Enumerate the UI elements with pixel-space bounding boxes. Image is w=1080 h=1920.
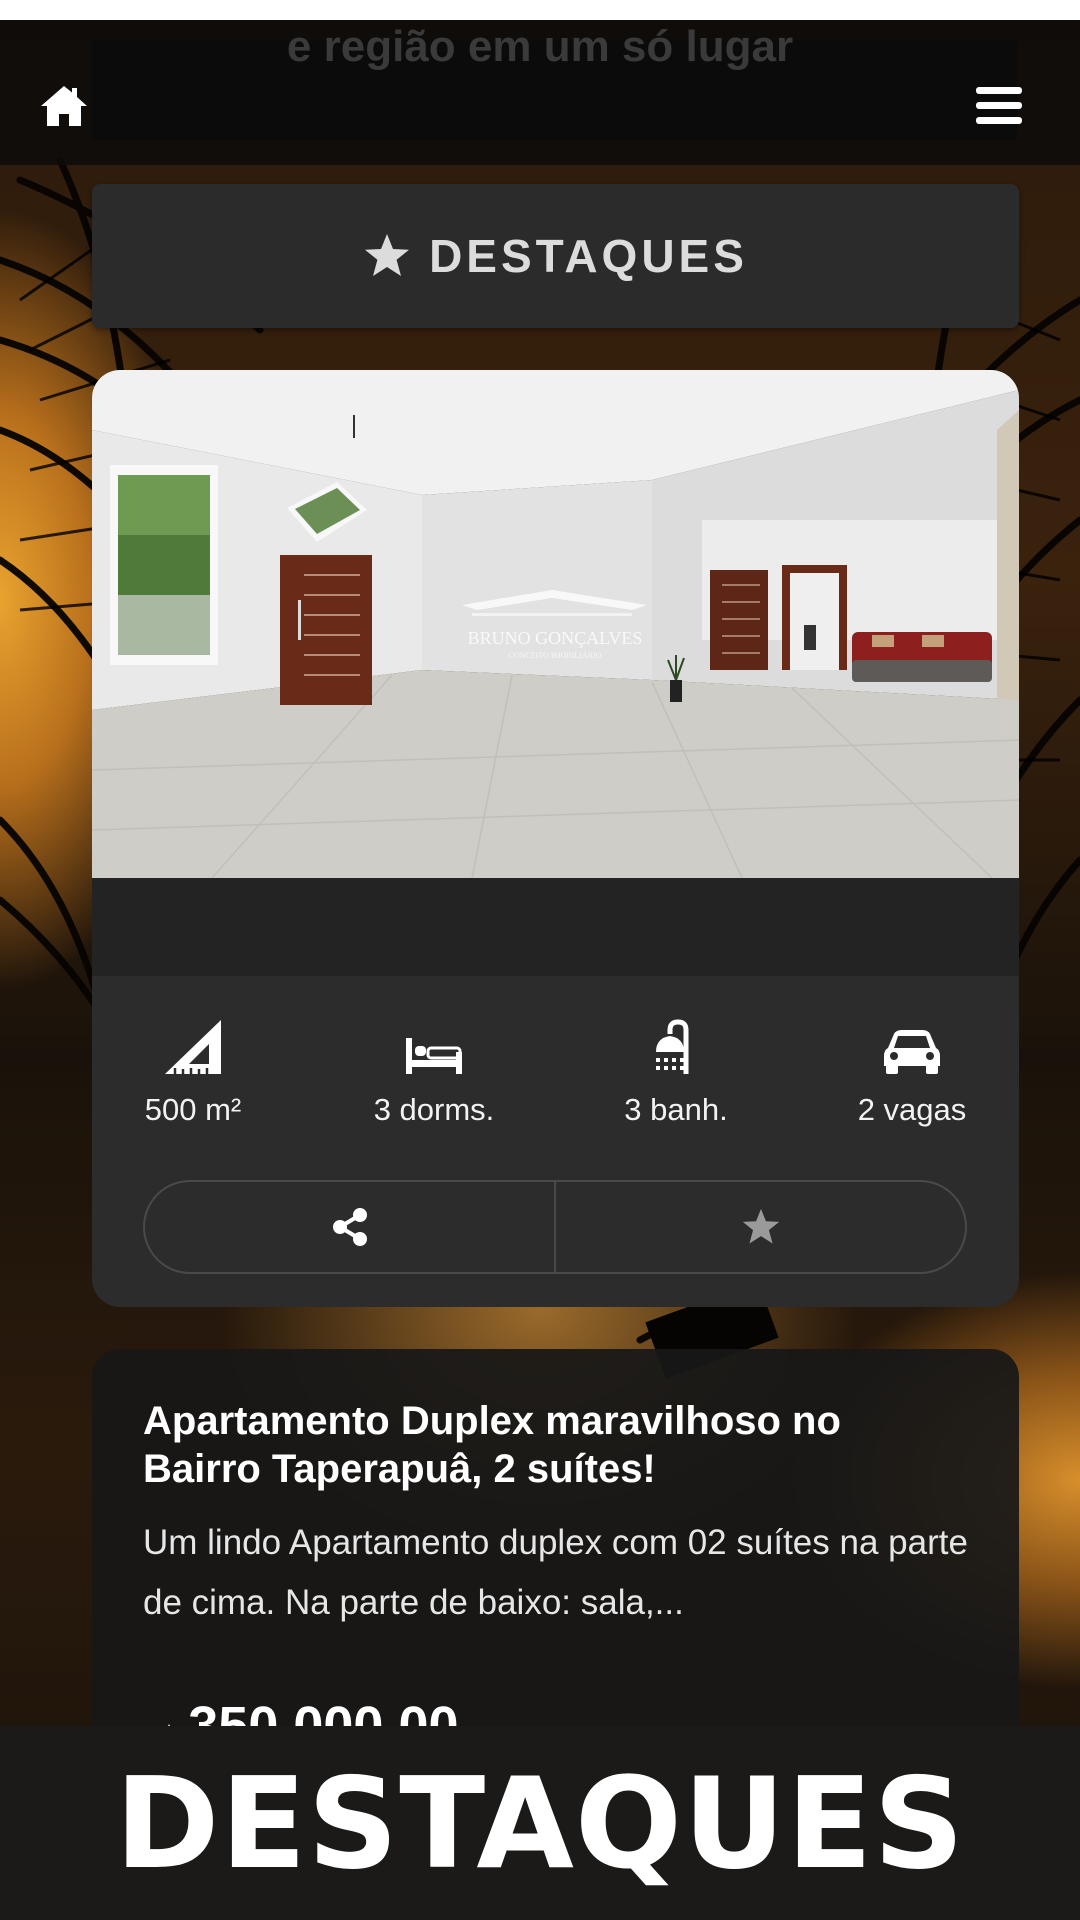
- bed-icon: [406, 1038, 462, 1074]
- section-header: DESTAQUES: [92, 184, 1019, 328]
- feature-bathrooms-label: 3 banh.: [624, 1092, 728, 1127]
- bottom-banner: DESTAQUES: [0, 1726, 1080, 1920]
- shower-icon: [656, 1019, 689, 1074]
- feature-bathrooms: 3 banh.: [576, 976, 776, 1128]
- favorite-button[interactable]: [554, 1182, 965, 1272]
- feature-area: 500 m²: [93, 976, 293, 1128]
- hamburger-menu-icon[interactable]: [973, 82, 1025, 130]
- listing-description: Um lindo Apartamento duplex com 02 suíte…: [143, 1523, 968, 1622]
- car-icon: [884, 1030, 940, 1074]
- status-strip: [0, 0, 1080, 20]
- photo-caption-area: [92, 878, 1019, 976]
- feature-parking-label: 2 vagas: [857, 1092, 967, 1127]
- property-features: 500 m² 3 dorms. 3 banh. 2 vagas: [92, 976, 1019, 1156]
- card-actions: [143, 1180, 967, 1274]
- property-card[interactable]: BRUNO GONÇALVES CONCEITO IMOBILIÁRIO 500…: [92, 370, 1019, 1307]
- property-photo[interactable]: BRUNO GONÇALVES CONCEITO IMOBILIÁRIO: [92, 370, 1019, 878]
- star-icon: [365, 234, 410, 276]
- home-icon[interactable]: [38, 82, 90, 130]
- feature-bedrooms: 3 dorms.: [334, 976, 534, 1128]
- header-tagline: e região em um só lugar: [286, 22, 794, 71]
- star-icon: [742, 1208, 779, 1244]
- photo-watermark-sub: CONCEITO IMOBILIÁRIO: [509, 650, 602, 660]
- listing-title[interactable]: Apartamento Duplex maravilhoso no Bairro…: [143, 1397, 943, 1493]
- photo-watermark-name: BRUNO GONÇALVES: [468, 628, 643, 648]
- header-overlay: e região em um só lugar: [92, 22, 1017, 140]
- share-button[interactable]: [145, 1182, 554, 1272]
- share-icon: [332, 1208, 367, 1246]
- feature-parking: 2 vagas: [812, 976, 1012, 1128]
- banner-title: DESTAQUES: [114, 1749, 966, 1897]
- listing-description-card[interactable]: Apartamento Duplex maravilhoso no Bairro…: [92, 1349, 1019, 1749]
- section-title: DESTAQUES: [429, 230, 748, 282]
- feature-bedrooms-label: 3 dorms.: [373, 1092, 495, 1127]
- top-navbar: e região em um só lugar: [0, 20, 1080, 165]
- feature-area-label: 500 m²: [144, 1092, 242, 1127]
- ruler-triangle-icon: [165, 1020, 221, 1074]
